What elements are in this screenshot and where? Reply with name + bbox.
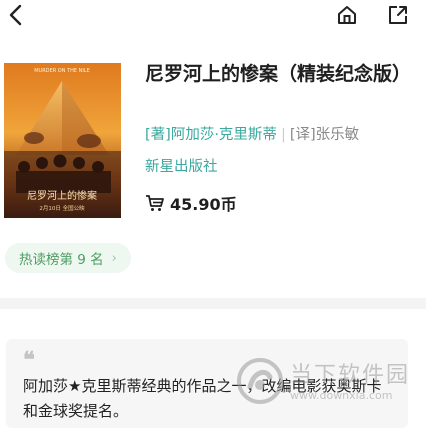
quote-icon: ❝ (23, 347, 35, 373)
cart-icon (146, 195, 164, 211)
price-value: 45.90币 (170, 195, 237, 214)
rank-badge[interactable]: 热读榜第 9 名 › (5, 243, 131, 273)
price-row: 45.90币 (145, 191, 237, 215)
chevron-left-icon (9, 4, 22, 26)
book-cover-image: MURDER ON THE NILE 尼罗河上的惨案 2月10日 全国公映 (4, 63, 121, 218)
book-cover[interactable]: MURDER ON THE NILE 尼罗河上的惨案 2月10日 全国公映 (4, 63, 121, 218)
top-nav-bar (0, 0, 426, 34)
watermark-url: www.downxia.com (290, 389, 393, 402)
back-button[interactable] (4, 2, 26, 28)
home-icon (338, 6, 356, 24)
home-button[interactable] (335, 3, 359, 27)
share-icon (389, 6, 407, 24)
translator-name[interactable]: 张乐敏 (316, 127, 360, 143)
publisher-link[interactable]: 新星出版社 (145, 157, 218, 177)
chevron-right-icon: › (111, 250, 117, 266)
credits-divider: | (280, 127, 286, 143)
watermark: 当下软件园 www.downxia.com (236, 357, 421, 409)
watermark-logo-icon (237, 358, 283, 404)
cover-release-text: 2月10日 全国公映 (39, 204, 85, 212)
section-divider (0, 298, 426, 309)
author-tag: [著] (145, 127, 171, 143)
watermark-title: 当下软件园 (290, 363, 411, 388)
cover-title-text: 尼罗河上的惨案 (27, 189, 97, 202)
author-link[interactable]: 阿加莎·克里斯蒂 (171, 127, 277, 143)
cover-top-text: MURDER ON THE NILE (34, 68, 90, 74)
rank-label: 热读榜第 9 名 (19, 252, 104, 268)
book-credits: [著]阿加莎·克里斯蒂 | [译]张乐敏 (145, 125, 420, 145)
translator-tag: [译] (289, 127, 316, 143)
share-button[interactable] (386, 3, 410, 27)
book-title: 尼罗河上的惨案（精装纪念版） (145, 63, 412, 85)
